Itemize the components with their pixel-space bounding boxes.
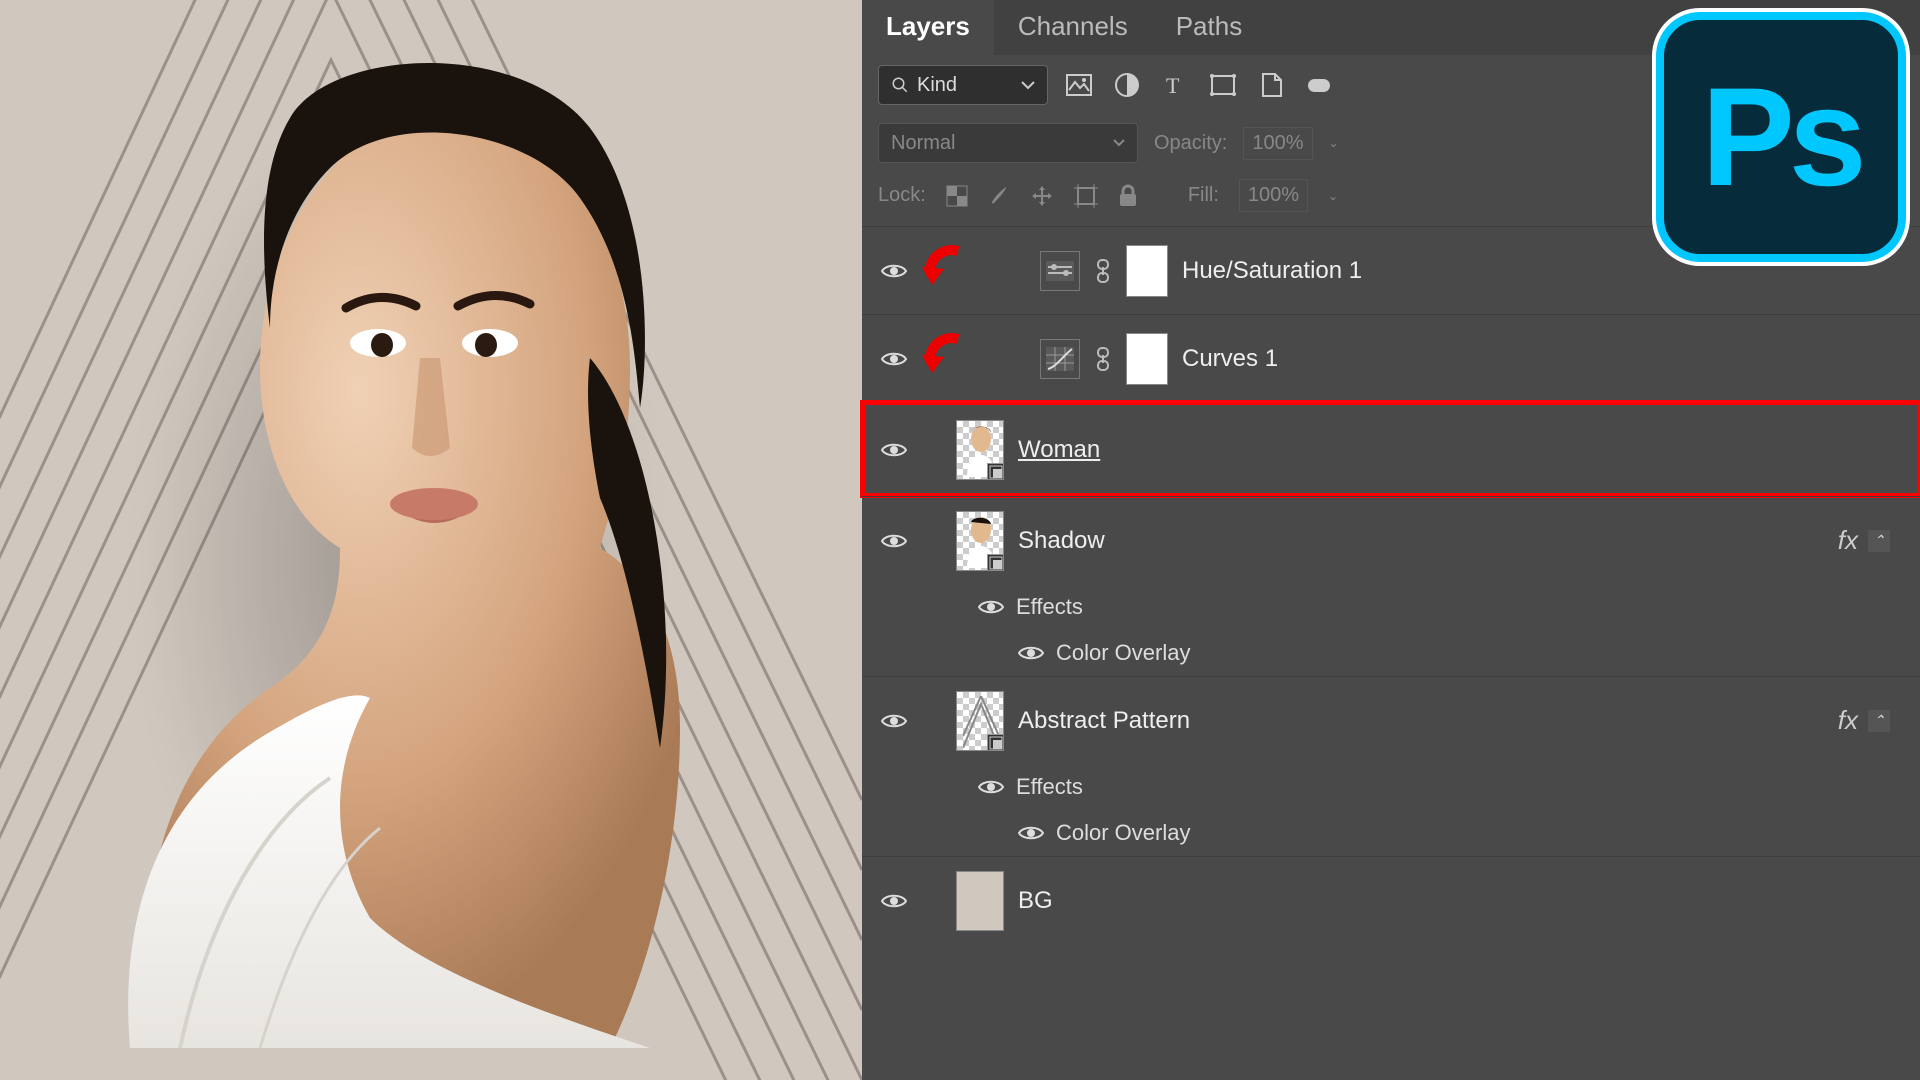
fill-label: Fill: — [1188, 184, 1219, 207]
collapse-effects-icon[interactable]: ⌃ — [1868, 710, 1890, 732]
visibility-eye-icon[interactable] — [881, 441, 907, 459]
effect-coloroverlay[interactable]: Color Overlay — [862, 630, 1920, 676]
layer-list: Hue/Saturation 1 Curves 1 — [862, 226, 1920, 1080]
visibility-eye-icon[interactable] — [881, 350, 907, 368]
opacity-label: Opacity: — [1154, 132, 1227, 155]
logo-text: Ps — [1701, 56, 1860, 218]
visibility-eye-icon[interactable] — [881, 712, 907, 730]
layer-name: Woman — [1018, 436, 1100, 464]
filter-toggle[interactable] — [1302, 68, 1336, 102]
layer-effects-indicator[interactable]: fx⌃ — [1838, 525, 1908, 556]
layer-mask-thumb[interactable] — [1126, 245, 1168, 297]
layer-bg[interactable]: BG — [862, 856, 1920, 944]
smart-object-badge-icon — [987, 463, 1004, 480]
chevron-down-icon[interactable]: ⌄ — [1328, 189, 1338, 203]
opacity-value[interactable]: 100% — [1243, 127, 1312, 160]
effects-row[interactable]: Effects — [862, 584, 1920, 630]
visibility-eye-icon[interactable] — [881, 532, 907, 550]
portrait-woman — [90, 48, 730, 1048]
tab-paths[interactable]: Paths — [1152, 0, 1267, 55]
layer-effects-indicator[interactable]: fx⌃ — [1838, 705, 1908, 736]
layer-thumb-bg[interactable] — [956, 871, 1004, 931]
layer-shadow[interactable]: Shadow fx⌃ — [862, 496, 1920, 584]
tab-channels[interactable]: Channels — [994, 0, 1152, 55]
effects-label: Effects — [1016, 594, 1083, 620]
blend-mode-select[interactable]: Normal — [878, 123, 1138, 163]
visibility-eye-icon[interactable] — [1018, 644, 1044, 662]
layer-name: Hue/Saturation 1 — [1182, 257, 1362, 285]
lock-label: Lock: — [878, 184, 926, 207]
layer-woman[interactable]: Woman — [862, 402, 1920, 496]
tab-layers[interactable]: Layers — [862, 0, 994, 55]
layer-thumb-shadow[interactable] — [956, 511, 1004, 571]
adjustment-thumb-huesat[interactable] — [1040, 251, 1080, 291]
document-canvas[interactable] — [0, 0, 862, 1080]
layer-name: BG — [1018, 887, 1053, 915]
lock-artboard-icon[interactable] — [1074, 184, 1098, 208]
layer-thumb-woman[interactable] — [956, 420, 1004, 480]
visibility-eye-icon[interactable] — [978, 598, 1004, 616]
layer-mask-thumb[interactable] — [1126, 333, 1168, 385]
effect-coloroverlay[interactable]: Color Overlay — [862, 810, 1920, 856]
photoshop-logo: Ps — [1656, 12, 1906, 262]
layer-abstract-pattern[interactable]: Abstract Pattern fx⌃ — [862, 676, 1920, 764]
smart-object-badge-icon — [987, 554, 1004, 571]
filter-adjustment-icon[interactable] — [1110, 68, 1144, 102]
layer-curves[interactable]: Curves 1 — [862, 314, 1920, 402]
chevron-down-icon[interactable]: ⌄ — [1329, 136, 1339, 150]
layer-name: Curves 1 — [1182, 345, 1278, 373]
link-icon[interactable] — [1094, 259, 1112, 283]
filter-label: Kind — [917, 74, 957, 97]
search-icon — [891, 76, 909, 94]
fill-value[interactable]: 100% — [1239, 179, 1308, 212]
adjustment-thumb-curves[interactable] — [1040, 339, 1080, 379]
filter-shape-icon[interactable] — [1206, 68, 1240, 102]
visibility-eye-icon[interactable] — [978, 778, 1004, 796]
effects-label: Effects — [1016, 774, 1083, 800]
lock-all-icon[interactable] — [1118, 184, 1138, 208]
layers-panel: Layers Channels Paths Kind T Normal — [862, 0, 1920, 1080]
link-icon[interactable] — [1094, 347, 1112, 371]
layer-name: Abstract Pattern — [1018, 707, 1190, 735]
effect-name: Color Overlay — [1056, 820, 1190, 846]
effect-name: Color Overlay — [1056, 640, 1190, 666]
layer-filter-kind[interactable]: Kind — [878, 65, 1048, 105]
layer-thumb-abstract[interactable] — [956, 691, 1004, 751]
effects-row[interactable]: Effects — [862, 764, 1920, 810]
smart-object-badge-icon — [987, 734, 1004, 751]
visibility-eye-icon[interactable] — [881, 892, 907, 910]
app-root: Layers Channels Paths Kind T Normal — [0, 0, 1920, 1080]
visibility-eye-icon[interactable] — [881, 262, 907, 280]
lock-move-icon[interactable] — [1030, 184, 1054, 208]
filter-pixel-icon[interactable] — [1062, 68, 1096, 102]
lock-brush-icon[interactable] — [988, 185, 1010, 207]
layer-name: Shadow — [1018, 527, 1105, 555]
filter-type-icon[interactable]: T — [1158, 68, 1192, 102]
blend-mode-value: Normal — [891, 132, 955, 155]
chevron-down-icon — [1021, 80, 1035, 90]
clip-arrow-icon — [918, 333, 968, 383]
clip-arrow-icon — [918, 245, 968, 295]
lock-transparent-icon[interactable] — [946, 185, 968, 207]
svg-text:T: T — [1166, 73, 1180, 97]
collapse-effects-icon[interactable]: ⌃ — [1868, 530, 1890, 552]
visibility-eye-icon[interactable] — [1018, 824, 1044, 842]
chevron-down-icon — [1113, 139, 1125, 147]
filter-smartobject-icon[interactable] — [1254, 68, 1288, 102]
